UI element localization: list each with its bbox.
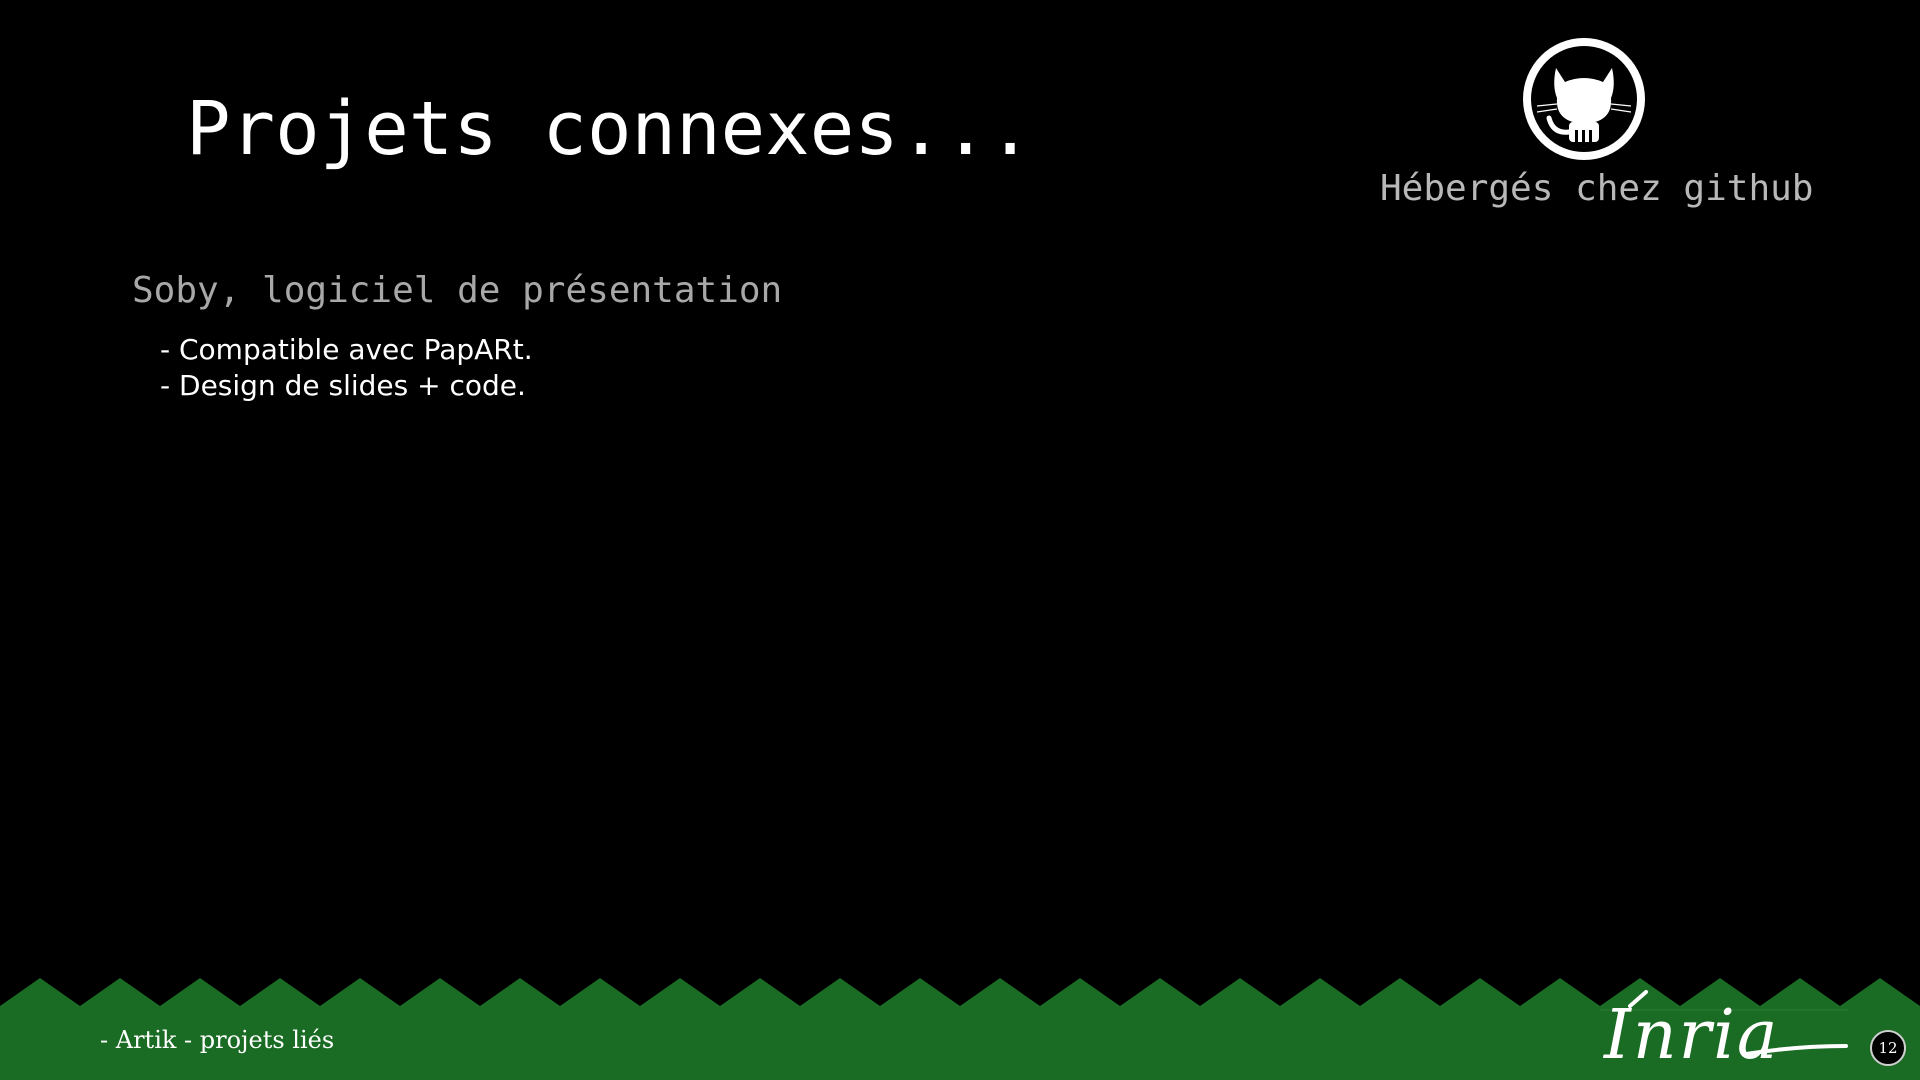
section-subtitle: Soby, logiciel de présentation xyxy=(132,270,783,311)
github-badge: Hébergés chez github xyxy=(1370,38,1813,218)
github-octocat-icon xyxy=(1523,38,1645,160)
page-number: 12 xyxy=(1870,1030,1906,1066)
inria-logo: Inria xyxy=(1600,990,1848,1064)
slide: Projets connexes... Hébergés chez github… xyxy=(0,0,1920,1080)
bullet-list: - Compatible avec PapARt. - Design de sl… xyxy=(160,332,533,404)
github-caption: Hébergés chez github xyxy=(1380,168,1814,209)
bullet-item: - Compatible avec PapARt. xyxy=(160,333,533,366)
slide-title: Projets connexes... xyxy=(186,86,1033,172)
footer-text: - Artik - projets liés xyxy=(100,1026,335,1054)
bullet-item: - Design de slides + code. xyxy=(160,369,526,402)
